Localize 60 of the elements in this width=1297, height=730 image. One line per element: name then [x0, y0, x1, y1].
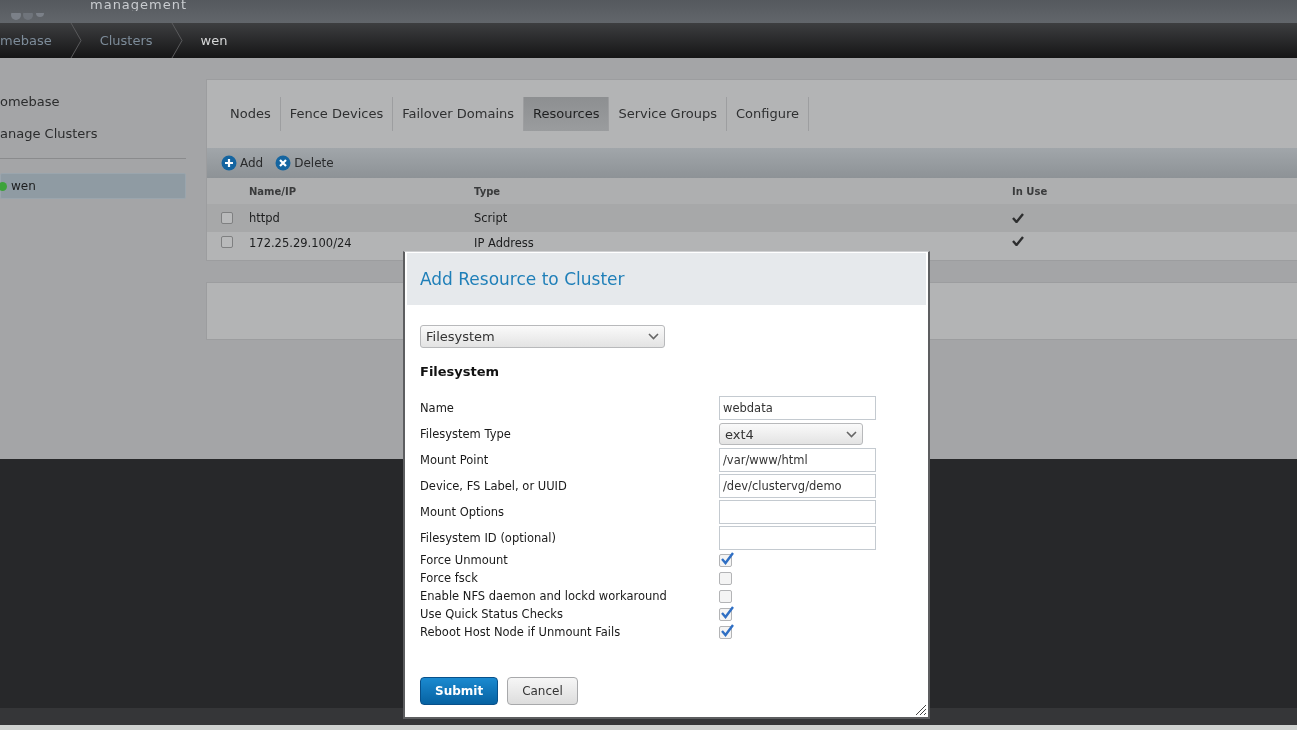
caret-icon: [648, 333, 659, 340]
table-cell-text: Script: [474, 211, 509, 225]
field-label: Device, FS Label, or UUID: [420, 479, 568, 493]
checkbox[interactable]: [719, 571, 732, 585]
filesystem-type-select[interactable]: ext4: [719, 423, 863, 445]
dialog-title: Add Resource to Cluster: [420, 269, 625, 289]
delete-button[interactable]: Delete: [275, 155, 334, 171]
field-label: Mount Point: [420, 453, 490, 467]
header-subtitle: management: [90, 0, 188, 11]
table-cell-text: 172.25.29.100/24: [249, 236, 353, 250]
table-cell-text: httpd: [249, 211, 281, 225]
add-button[interactable]: Add: [221, 155, 264, 171]
cancel-button[interactable]: Cancel: [507, 677, 578, 705]
text-field[interactable]: /var/www/html: [719, 448, 876, 472]
text-field[interactable]: [719, 500, 876, 524]
text-field[interactable]: webdata: [719, 396, 876, 420]
field-label: Filesystem ID (optional): [420, 531, 557, 545]
tab[interactable]: Fence Devices: [280, 97, 394, 131]
plus-icon: [221, 155, 237, 171]
field-label: Name: [420, 401, 455, 415]
option-label: Force Unmount: [420, 553, 509, 567]
option-label: Force fsck: [420, 571, 479, 585]
checkbox[interactable]: [719, 553, 732, 567]
breadcrumb-link[interactable]: mebase: [0, 33, 70, 48]
chevron-separator-icon: [69, 23, 82, 58]
checkbox[interactable]: [719, 589, 732, 603]
caret-icon: [846, 430, 857, 438]
checkmark-icon: [1012, 213, 1024, 223]
option-label: Use Quick Status Checks: [420, 607, 564, 621]
breadcrumb-link[interactable]: Clusters: [81, 33, 171, 48]
chevron-separator-icon: [170, 23, 183, 58]
column-header: Type: [474, 185, 502, 197]
resource-type-select[interactable]: Filesystem: [420, 325, 665, 348]
option-label: Reboot Host Node if Unmount Fails: [420, 625, 622, 639]
cluster-item[interactable]: wen: [0, 173, 186, 199]
table-cell-text: IP Address: [474, 236, 535, 250]
text-field[interactable]: [719, 526, 876, 550]
breadcrumb-link[interactable]: wen: [182, 33, 246, 48]
field-label: Filesystem Type: [420, 427, 512, 441]
row-checkbox[interactable]: [221, 212, 233, 224]
tab[interactable]: Configure: [726, 97, 809, 131]
tab[interactable]: Resources: [524, 97, 610, 131]
field-label: Mount Options: [420, 505, 506, 519]
section-heading: Filesystem: [420, 364, 501, 379]
option-label: Enable NFS daemon and lockd workaround: [420, 589, 668, 603]
sidebar-link[interactable]: omebase: [0, 88, 186, 120]
tab[interactable]: Service Groups: [609, 97, 727, 131]
resize-grip-icon[interactable]: [915, 704, 927, 716]
submit-button[interactable]: Submit: [420, 677, 499, 705]
checkmark-icon: [1012, 236, 1024, 246]
column-header: In Use: [1012, 185, 1049, 197]
sidebar-link[interactable]: anage Clusters: [0, 120, 186, 152]
status-dot: [0, 181, 7, 191]
checkbox[interactable]: [719, 625, 732, 639]
tab[interactable]: Nodes: [221, 97, 281, 131]
close-icon: [275, 155, 292, 171]
row-checkbox[interactable]: [221, 236, 233, 248]
text-field[interactable]: /dev/clustervg/demo: [719, 474, 876, 498]
column-header: Name/IP: [249, 185, 298, 197]
checkbox[interactable]: [719, 607, 732, 621]
